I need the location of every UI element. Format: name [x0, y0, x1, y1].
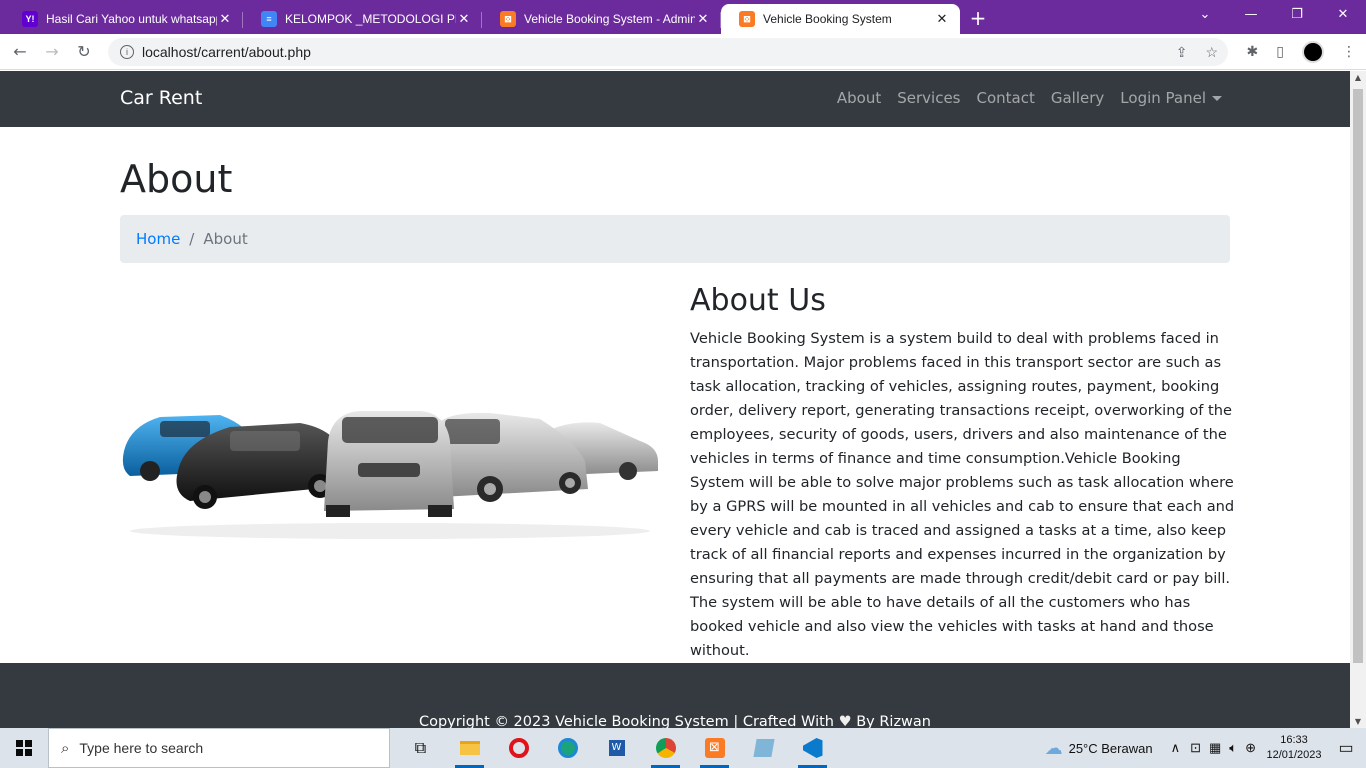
notification-icon[interactable]: ▭: [1326, 738, 1366, 758]
opera-icon[interactable]: [494, 728, 543, 768]
side-panel-icon[interactable]: ▯: [1276, 44, 1284, 60]
page-viewport: Car Rent About Services Contact Gallery …: [0, 71, 1350, 728]
about-heading: About Us: [690, 283, 826, 318]
profile-avatar[interactable]: [1302, 41, 1324, 63]
scrollbar-thumb[interactable]: [1353, 89, 1363, 663]
browser-tab[interactable]: ⊠ Vehicle Booking System - Admin ✕: [482, 4, 721, 34]
tab-close-icon[interactable]: ✕: [217, 11, 233, 27]
word-app-icon[interactable]: W: [592, 728, 641, 768]
site-navbar: Car Rent About Services Contact Gallery …: [0, 71, 1350, 127]
browser-tab[interactable]: Y! Hasil Cari Yahoo untuk whatsapp ✕: [4, 4, 243, 34]
url-text: localhost/carrent/about.php: [142, 44, 311, 60]
tab-title: Vehicle Booking System: [763, 12, 892, 26]
clock-date: 12/01/2023: [1266, 749, 1322, 761]
windows-taskbar: ⌕ Type here to search ⧉ W ⊠ ☁ 25°C Beraw…: [0, 728, 1366, 768]
ime-icon[interactable]: ▦: [1209, 740, 1221, 756]
heart-icon: ♥: [838, 714, 852, 728]
language-globe-icon[interactable]: ⊕: [1245, 740, 1256, 756]
windows-logo-icon: [16, 740, 32, 756]
window-controls: ⌄ — ❐ ✕: [1182, 0, 1366, 34]
tab-close-icon[interactable]: ✕: [456, 11, 472, 27]
new-tab-button[interactable]: +: [960, 4, 996, 34]
bookmark-star-icon[interactable]: ☆: [1205, 44, 1218, 61]
windows-start-button[interactable]: [0, 728, 48, 768]
cars-image: [122, 411, 658, 539]
edge-icon[interactable]: [543, 728, 592, 768]
task-view-icon[interactable]: ⧉: [396, 728, 445, 768]
address-bar[interactable]: i localhost/carrent/about.php ⇪ ☆: [108, 38, 1228, 66]
browser-toolbar: ← → ↻ i localhost/carrent/about.php ⇪ ☆ …: [0, 34, 1366, 70]
caret-down-icon: [1212, 96, 1222, 101]
scroll-down-arrow-icon[interactable]: ▼: [1350, 717, 1366, 726]
share-icon[interactable]: ⇪: [1176, 44, 1188, 61]
extensions-icon[interactable]: ✱: [1247, 44, 1259, 60]
breadcrumb-home-link[interactable]: Home: [136, 230, 180, 248]
clock[interactable]: 16:33 12/01/2023: [1262, 733, 1326, 763]
docs-icon: ≡: [261, 11, 277, 27]
system-tray: ☁ 25°C Berawan ∧ ⊡ ▦ 🔈︎ ⊕ 16:33 12/01/20…: [1045, 728, 1366, 768]
browser-tab[interactable]: ⊠ Vehicle Booking System ✕: [721, 4, 960, 34]
nav-about[interactable]: About: [837, 89, 881, 107]
network-icon[interactable]: ⊡: [1190, 740, 1201, 756]
page-scrollbar[interactable]: ▲ ▼: [1350, 71, 1366, 728]
menu-icon[interactable]: ⋮: [1342, 44, 1356, 60]
nav-gallery[interactable]: Gallery: [1051, 89, 1104, 107]
minimize-button[interactable]: —: [1228, 0, 1274, 34]
site-footer: Copyright © 2023 Vehicle Booking System …: [0, 663, 1350, 728]
tray-chevron-up-icon[interactable]: ∧: [1171, 740, 1181, 756]
weather-icon[interactable]: ☁: [1045, 738, 1063, 759]
nav-services[interactable]: Services: [897, 89, 960, 107]
site-info-icon[interactable]: i: [120, 45, 134, 59]
nav-login-panel[interactable]: Login Panel: [1120, 89, 1222, 107]
file-explorer-icon[interactable]: [445, 728, 494, 768]
tab-search-icon[interactable]: ⌄: [1182, 0, 1228, 34]
tab-title: Hasil Cari Yahoo untuk whatsapp: [46, 12, 217, 26]
xampp-icon: ⊠: [739, 11, 755, 27]
browser-tab[interactable]: ≡ KELOMPOK _METODOLOGI PENGEMBANGAN✕: [243, 4, 482, 34]
nav-login-label: Login Panel: [1120, 89, 1206, 107]
xampp-icon: ⊠: [500, 11, 516, 27]
weather-text[interactable]: 25°C Berawan: [1069, 741, 1153, 756]
notepad-icon[interactable]: [739, 728, 788, 768]
taskbar-search-placeholder: Type here to search: [79, 740, 204, 756]
restore-button[interactable]: ❐: [1274, 0, 1320, 34]
breadcrumb-divider: /: [189, 230, 195, 248]
clock-time: 16:33: [1280, 734, 1308, 746]
close-window-button[interactable]: ✕: [1320, 0, 1366, 34]
chrome-icon[interactable]: [641, 728, 690, 768]
tab-close-icon[interactable]: ✕: [934, 11, 950, 27]
volume-icon[interactable]: 🔈︎: [1229, 740, 1237, 756]
nav-contact[interactable]: Contact: [977, 89, 1035, 107]
breadcrumb: Home / About: [120, 215, 1230, 263]
footer-text-before: Copyright © 2023 Vehicle Booking System …: [418, 714, 834, 728]
tab-title: Vehicle Booking System - Admin: [524, 12, 695, 26]
yahoo-icon: Y!: [22, 11, 38, 27]
scroll-up-arrow-icon[interactable]: ▲: [1350, 73, 1366, 82]
taskbar-search[interactable]: ⌕ Type here to search: [48, 728, 390, 768]
site-brand[interactable]: Car Rent: [120, 87, 202, 109]
footer-text-after: By Rizwan: [856, 714, 931, 728]
about-paragraph: Vehicle Booking System is a system build…: [690, 330, 1235, 659]
reload-button[interactable]: ↻: [68, 42, 100, 61]
nav-links: About Services Contact Gallery Login Pan…: [837, 89, 1222, 107]
xampp-icon[interactable]: ⊠: [690, 728, 739, 768]
back-button[interactable]: ←: [4, 42, 36, 61]
browser-tab-strip: Y! Hasil Cari Yahoo untuk whatsapp ✕ ≡ KELOM…: [0, 0, 1366, 34]
tab-title: KELOMPOK _METODOLOGI PENGEMBANGAN: [285, 12, 456, 26]
page-title: About: [120, 157, 233, 201]
tab-close-icon[interactable]: ✕: [695, 11, 711, 27]
search-icon: ⌕: [61, 739, 70, 757]
forward-button[interactable]: →: [36, 42, 68, 61]
footer-copyright: Copyright © 2023 Vehicle Booking System …: [0, 714, 1350, 728]
breadcrumb-current: About: [203, 230, 248, 248]
vscode-icon[interactable]: [788, 728, 837, 768]
